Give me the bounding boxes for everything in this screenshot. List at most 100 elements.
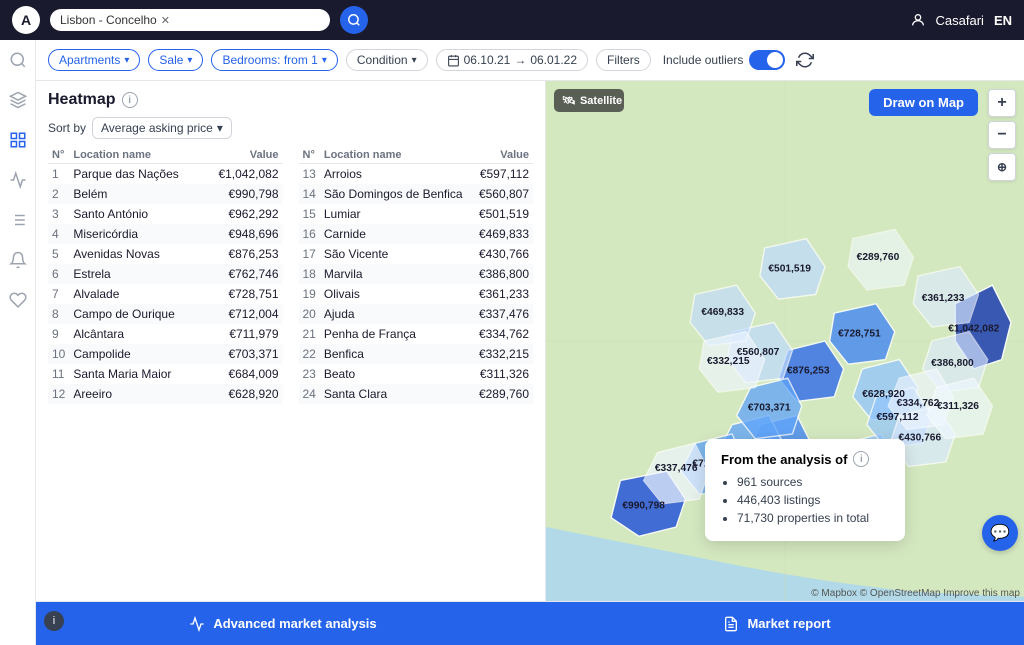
search-button[interactable] <box>340 6 368 34</box>
info-bottom-icon[interactable]: i <box>44 611 64 631</box>
locate-button[interactable]: ⊕ <box>988 153 1016 181</box>
row-num: 18 <box>299 264 320 284</box>
map-area: €1,042,082 €990,798 €962,292 €948,696 €8… <box>546 81 1024 601</box>
filter-bar: Apartments ▾ Sale ▾ Bedrooms: from 1 ▾ C… <box>36 40 1024 81</box>
draw-on-map-button[interactable]: Draw on Map <box>869 89 978 116</box>
map-controls: + − ⊕ <box>988 89 1016 181</box>
row-num: 2 <box>48 184 69 204</box>
filters-button[interactable]: Filters <box>596 49 651 71</box>
col-value-header2: Value <box>473 147 533 164</box>
table-row[interactable]: 15Lumiar€501,519 <box>299 204 534 224</box>
row-value: €430,766 <box>473 244 533 264</box>
table-row[interactable]: 12Areeiro€628,920 <box>48 384 283 404</box>
apartments-filter[interactable]: Apartments ▾ <box>48 49 140 71</box>
row-location: Misericórdia <box>69 224 202 244</box>
row-num: 1 <box>48 164 69 185</box>
heatmap-info-icon[interactable]: i <box>122 92 138 108</box>
search-tag: Lisbon - Concelho ✕ <box>60 13 170 27</box>
zoom-out-button[interactable]: − <box>988 121 1016 149</box>
row-num: 10 <box>48 344 69 364</box>
table-row[interactable]: 8Campo de Ourique€712,004 <box>48 304 283 324</box>
chat-button[interactable]: 💬 <box>982 515 1018 551</box>
table-row[interactable]: 13Arroios€597,112 <box>299 164 534 185</box>
table-row[interactable]: 19Olivais€361,233 <box>299 284 534 304</box>
row-location: Beato <box>320 364 473 384</box>
logo: A <box>12 6 40 34</box>
row-num: 9 <box>48 324 69 344</box>
row-num: 7 <box>48 284 69 304</box>
sale-filter[interactable]: Sale ▾ <box>148 49 203 71</box>
table-row[interactable]: 11Santa Maria Maior€684,009 <box>48 364 283 384</box>
row-value: €876,253 <box>203 244 283 264</box>
include-outliers-toggle[interactable] <box>749 50 785 70</box>
table-row[interactable]: 14São Domingos de Benfica€560,807 <box>299 184 534 204</box>
row-location: Olivais <box>320 284 473 304</box>
table-row[interactable]: 2Belém€990,798 <box>48 184 283 204</box>
table-row[interactable]: 20Ajuda€337,476 <box>299 304 534 324</box>
row-location: Avenidas Novas <box>69 244 202 264</box>
lang-label[interactable]: EN <box>994 13 1012 28</box>
condition-filter[interactable]: Condition ▾ <box>346 49 428 71</box>
row-value: €469,833 <box>473 224 533 244</box>
search-box[interactable]: Lisbon - Concelho ✕ <box>50 9 330 31</box>
sort-select[interactable]: Average asking price ▾ <box>92 117 232 139</box>
analysis-popup: From the analysis of i 961 sources446,40… <box>705 439 905 541</box>
table-row[interactable]: 23Beato€311,326 <box>299 364 534 384</box>
row-value: €337,476 <box>473 304 533 324</box>
date-filter[interactable]: 06.10.21 → 06.01.22 <box>436 49 588 71</box>
satellite-button[interactable]: 🛰 Satellite <box>554 89 624 112</box>
advanced-market-analysis-button[interactable]: Advanced market analysis <box>36 602 530 645</box>
row-value: €762,746 <box>203 264 283 284</box>
table-row[interactable]: 6Estrela€762,746 <box>48 264 283 284</box>
table-row[interactable]: 24Santa Clara€289,760 <box>299 384 534 404</box>
sidebar-layers-icon[interactable] <box>6 88 30 112</box>
row-value: €990,798 <box>203 184 283 204</box>
zoom-in-button[interactable]: + <box>988 89 1016 117</box>
row-num: 6 <box>48 264 69 284</box>
row-location: Ajuda <box>320 304 473 324</box>
row-num: 12 <box>48 384 69 404</box>
table-row[interactable]: 1Parque das Nações€1,042,082 <box>48 164 283 185</box>
sidebar-list-icon[interactable] <box>6 208 30 232</box>
table-row[interactable]: 3Santo António€962,292 <box>48 204 283 224</box>
sidebar-heart-icon[interactable] <box>6 288 30 312</box>
main: Apartments ▾ Sale ▾ Bedrooms: from 1 ▾ C… <box>36 40 1024 645</box>
row-value: €386,800 <box>473 264 533 284</box>
table-row[interactable]: 7Alvalade€728,751 <box>48 284 283 304</box>
row-location: Alcântara <box>69 324 202 344</box>
row-location: Benfica <box>320 344 473 364</box>
sidebar-bell-icon[interactable] <box>6 248 30 272</box>
table-row[interactable]: 17São Vicente€430,766 <box>299 244 534 264</box>
table-row[interactable]: 5Avenidas Novas€876,253 <box>48 244 283 264</box>
user-label: Casafari <box>936 13 984 28</box>
include-outliers-label: Include outliers <box>663 50 786 70</box>
table-row[interactable]: 18Marvila€386,800 <box>299 264 534 284</box>
table-row[interactable]: 16Carnide€469,833 <box>299 224 534 244</box>
right-table: N° Location name Value 13Arroios€597,112… <box>299 147 534 404</box>
table-row[interactable]: 21Penha de França€334,762 <box>299 324 534 344</box>
col-location-header2: Location name <box>320 147 473 164</box>
bedrooms-filter[interactable]: Bedrooms: from 1 ▾ <box>211 49 337 71</box>
row-location: Areeiro <box>69 384 202 404</box>
analysis-list: 961 sources446,403 listings71,730 proper… <box>721 475 889 525</box>
row-num: 16 <box>299 224 320 244</box>
table-row[interactable]: 22Benfica€332,215 <box>299 344 534 364</box>
analysis-info-icon[interactable]: i <box>853 451 869 467</box>
top-bar: A Lisbon - Concelho ✕ Casafari EN <box>0 0 1024 40</box>
table-row[interactable]: 9Alcântara€711,979 <box>48 324 283 344</box>
market-report-button[interactable]: Market report <box>530 602 1024 645</box>
row-num: 17 <box>299 244 320 264</box>
right-table-col: N° Location name Value 13Arroios€597,112… <box>299 147 534 591</box>
clear-search-button[interactable]: ✕ <box>161 14 170 27</box>
row-num: 11 <box>48 364 69 384</box>
table-row[interactable]: 4Misericórdia€948,696 <box>48 224 283 244</box>
row-location: Alvalade <box>69 284 202 304</box>
sort-row: Sort by Average asking price ▾ <box>48 117 533 139</box>
sidebar-heatmap-icon[interactable] <box>6 128 30 152</box>
sidebar-chart-icon[interactable] <box>6 168 30 192</box>
toggle-knob <box>767 52 783 68</box>
sidebar-search-icon[interactable] <box>6 48 30 72</box>
row-num: 3 <box>48 204 69 224</box>
table-row[interactable]: 10Campolide€703,371 <box>48 344 283 364</box>
refresh-button[interactable] <box>793 48 817 72</box>
